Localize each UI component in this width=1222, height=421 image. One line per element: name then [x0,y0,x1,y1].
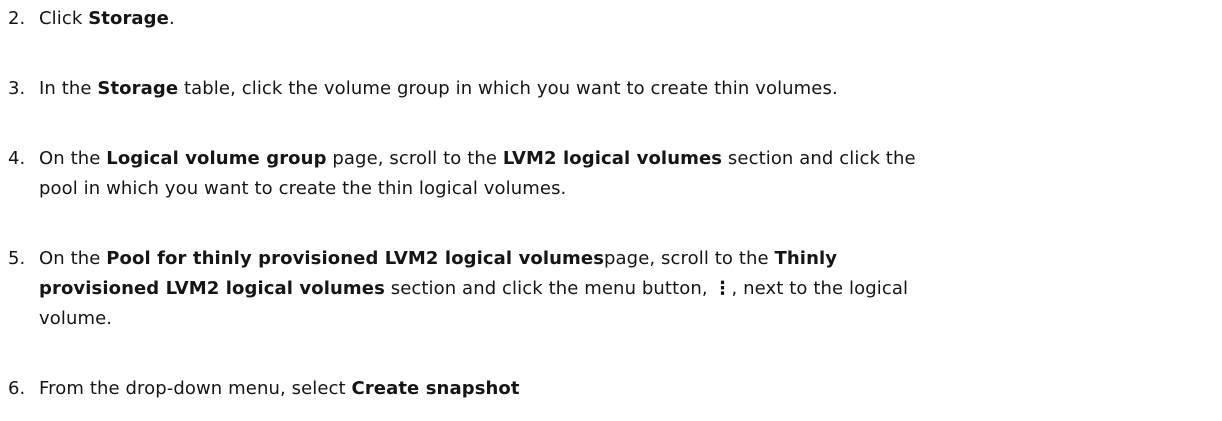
text-run: On the [39,148,107,169]
step-number: 3. [8,78,26,99]
step-text: In the Storage table, click the volume g… [39,74,1222,104]
step-number: 5. [8,248,26,269]
text-run: . [168,8,175,29]
step-6: 6. From the drop-down menu, select Creat… [0,374,1222,404]
text-run: From the drop-down menu, select [39,378,352,399]
ui-term-storage: Storage [88,8,169,29]
ui-term-logical-volume-group: Logical volume group [106,148,327,169]
ui-term-storage: Storage [97,78,179,99]
step-2: 2. Click Storage. [0,4,1222,34]
step-number: 6. [8,378,26,399]
ui-term-create-snapshot: Create snapshot [351,378,520,399]
text-run: Click [39,8,89,29]
text-run: In the [39,78,98,99]
step-3: 3. In the Storage table, click the volum… [0,74,1222,104]
text-run: volume. [39,308,113,329]
kebab-menu-icon: ⋮ [713,278,732,299]
step-number: 2. [8,8,26,29]
ui-term-thinly: Thinly [774,248,838,269]
text-run: section and click the menu button, [384,278,714,299]
text-run: page, scroll to the [326,148,503,169]
ui-term-thinly-provisioned-volumes: provisioned LVM2 logical volumes [39,278,385,299]
step-number: 4. [8,148,26,169]
step-text: From the drop-down menu, select Create s… [39,374,1222,404]
step-4: 4. On the Logical volume group page, scr… [0,144,1222,204]
text-run: table, click the volume group in which y… [178,78,838,99]
ui-term-pool-page: Pool for thinly provisioned LVM2 logical… [106,248,605,269]
text-run: , next to the logical [731,278,909,299]
text-run: page, scroll to the [604,248,775,269]
text-run: On the [39,248,107,269]
step-text: On the Logical volume group page, scroll… [39,144,1222,204]
step-text: Click Storage. [39,4,1222,34]
step-5: 5. On the Pool for thinly provisioned LV… [0,244,1222,334]
step-text: On the Pool for thinly provisioned LVM2 … [39,244,1222,334]
text-run: section and click the [722,148,916,169]
text-run: pool in which you want to create the thi… [39,178,567,199]
ui-term-lvm2-logical-volumes: LVM2 logical volumes [502,148,723,169]
